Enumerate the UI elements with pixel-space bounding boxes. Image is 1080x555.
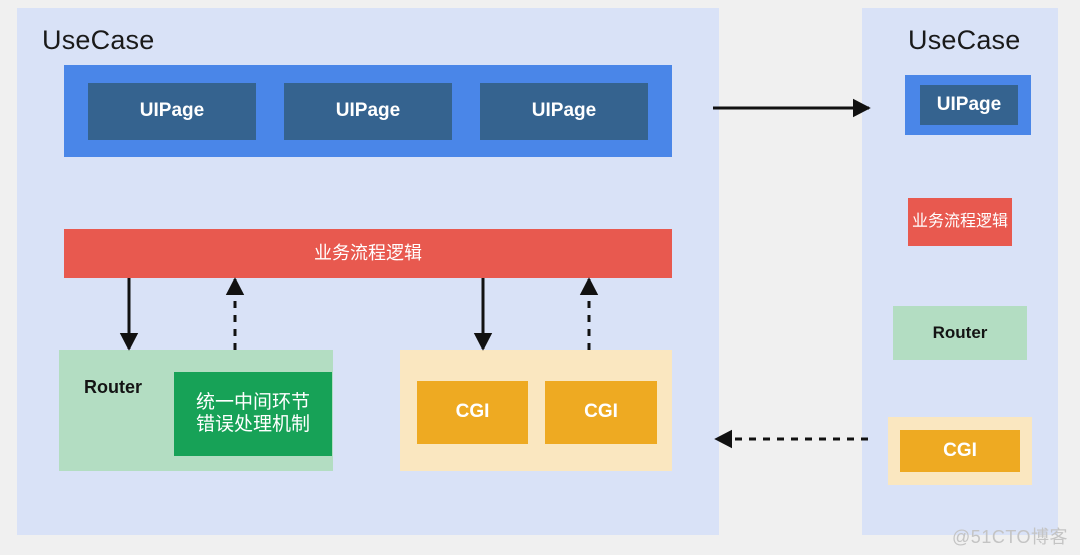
- diagram-canvas: UseCase UIPage UIPage UIPage 业务流程逻辑 Rout…: [0, 0, 1080, 555]
- connector-layer: [119, 98, 871, 449]
- watermark: @51CTO博客: [952, 527, 1068, 547]
